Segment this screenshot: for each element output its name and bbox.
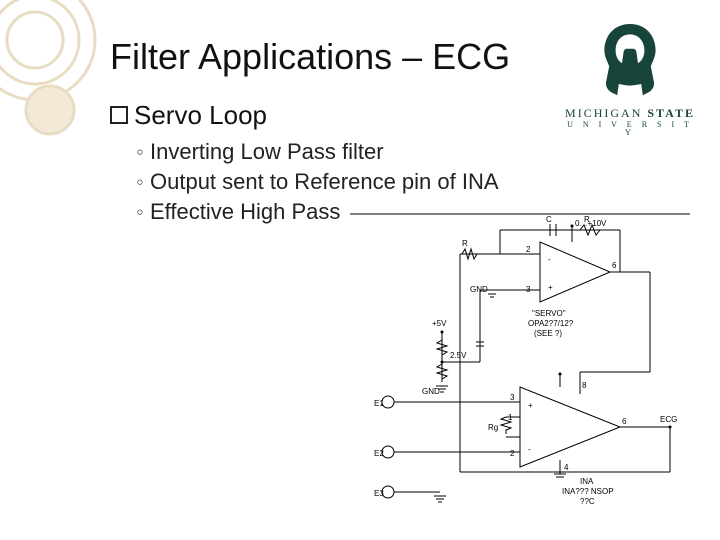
label-gnd2: GND [422,387,440,396]
svg-text:+: + [548,283,553,292]
label-servo-part1: OPA2?7/12? [528,319,574,328]
label-ina: INA [580,477,594,486]
ring-bullet-icon: ◦ [136,139,150,165]
label-e2: E2 [374,449,384,458]
section-heading: Servo Loop [134,100,267,130]
ring-bullet-icon: ◦ [136,199,150,225]
label-mid-r: R [462,239,468,248]
svg-text:1: 1 [508,413,513,422]
list-item: ◦Inverting Low Pass filter [136,139,690,165]
section-heading-line: Servo Loop [110,100,690,131]
label-vplus: 0…+10V [575,219,607,228]
svg-text:2: 2 [526,245,531,254]
bullet-box-icon [110,106,128,124]
spartan-helmet-icon [590,20,670,100]
label-rg: Rg [488,423,498,432]
list-item-text: Effective High Pass [150,199,340,224]
label-servo: "SERVO" [532,309,566,318]
label-ina-part3: ??C [580,497,595,506]
ring-bullet-icon: ◦ [136,169,150,195]
label-top-r: R [584,215,590,224]
page-title: Filter Applications – ECG [110,36,510,78]
label-servo-part2: (SEE ?) [534,329,562,338]
svg-text:-: - [548,255,551,264]
label-ecg-out: ECG [660,415,677,424]
svg-text:8: 8 [582,381,587,390]
svg-text:4: 4 [564,463,569,472]
list-item-text: Output sent to Reference pin of INA [150,169,499,194]
svg-text:-: - [528,445,531,454]
label-2p5v: 2.5V [450,351,467,360]
label-top-c: C [546,215,552,224]
slide: MICHIGAN STATE U N I V E R S I T Y Filte… [0,0,720,540]
svg-text:6: 6 [612,261,617,270]
label-e1: E1 [374,399,384,408]
svg-text:3: 3 [526,285,531,294]
label-ina-part2: INA??? NSOP [562,487,614,496]
svg-text:3: 3 [510,393,515,402]
svg-text:+: + [528,401,533,410]
body-content: Servo Loop ◦Inverting Low Pass filter ◦O… [110,100,690,229]
list-item-text: Inverting Low Pass filter [150,139,384,164]
label-e3: E3 [374,489,384,498]
svg-text:6: 6 [622,417,627,426]
label-plus5: +5V [432,319,447,328]
svg-text:2: 2 [510,449,515,458]
circuit-schematic: - + 0…+10V GND C [350,212,690,512]
list-item: ◦Output sent to Reference pin of INA [136,169,690,195]
